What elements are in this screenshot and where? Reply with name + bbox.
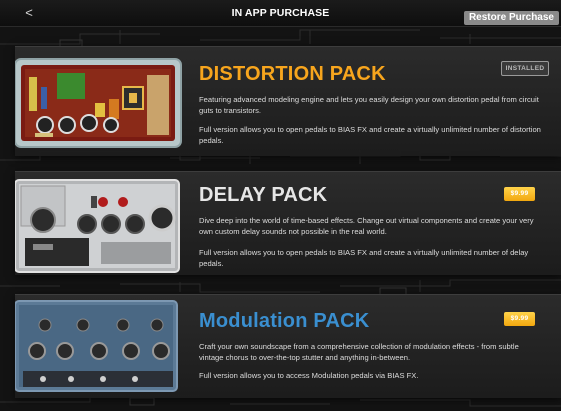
pack-description: Dive deep into the world of time-based e…: [199, 216, 534, 236]
delay-pedal-image: [15, 179, 180, 273]
modulation-pedal-image: [15, 300, 178, 392]
installed-badge: INSTALLED: [501, 61, 549, 76]
restore-purchase-button[interactable]: Restore Purchase: [463, 11, 559, 25]
pack-description-full-version: Full version allows you to access Modula…: [199, 371, 419, 380]
top-bar: < IN APP PURCHASE Restore Purchase: [0, 0, 561, 27]
buy-price-button[interactable]: $9.99: [504, 312, 535, 326]
pack-description-full-version: Full version allows you to open pedals t…: [199, 125, 541, 145]
pack-description: Featuring advanced modeling engine and l…: [199, 95, 539, 115]
pack-card-delay[interactable]: DELAY PACK $9.99 Dive deep into the worl…: [15, 171, 561, 275]
pack-card-modulation[interactable]: Modulation PACK $9.99 Craft your own sou…: [15, 294, 561, 398]
pack-title-distortion: DISTORTION PACK: [199, 63, 386, 85]
pack-card-distortion[interactable]: DISTORTION PACK INSTALLED Featuring adva…: [15, 46, 561, 156]
pack-title-delay: DELAY PACK: [199, 184, 328, 206]
distortion-pedal-image: [15, 58, 182, 148]
buy-price-button[interactable]: $9.99: [504, 187, 535, 201]
pack-description-full-version: Full version allows you to open pedals t…: [199, 248, 529, 268]
pack-title-modulation: Modulation PACK: [199, 310, 370, 332]
pack-description: Craft your own soundscape from a compreh…: [199, 342, 519, 362]
